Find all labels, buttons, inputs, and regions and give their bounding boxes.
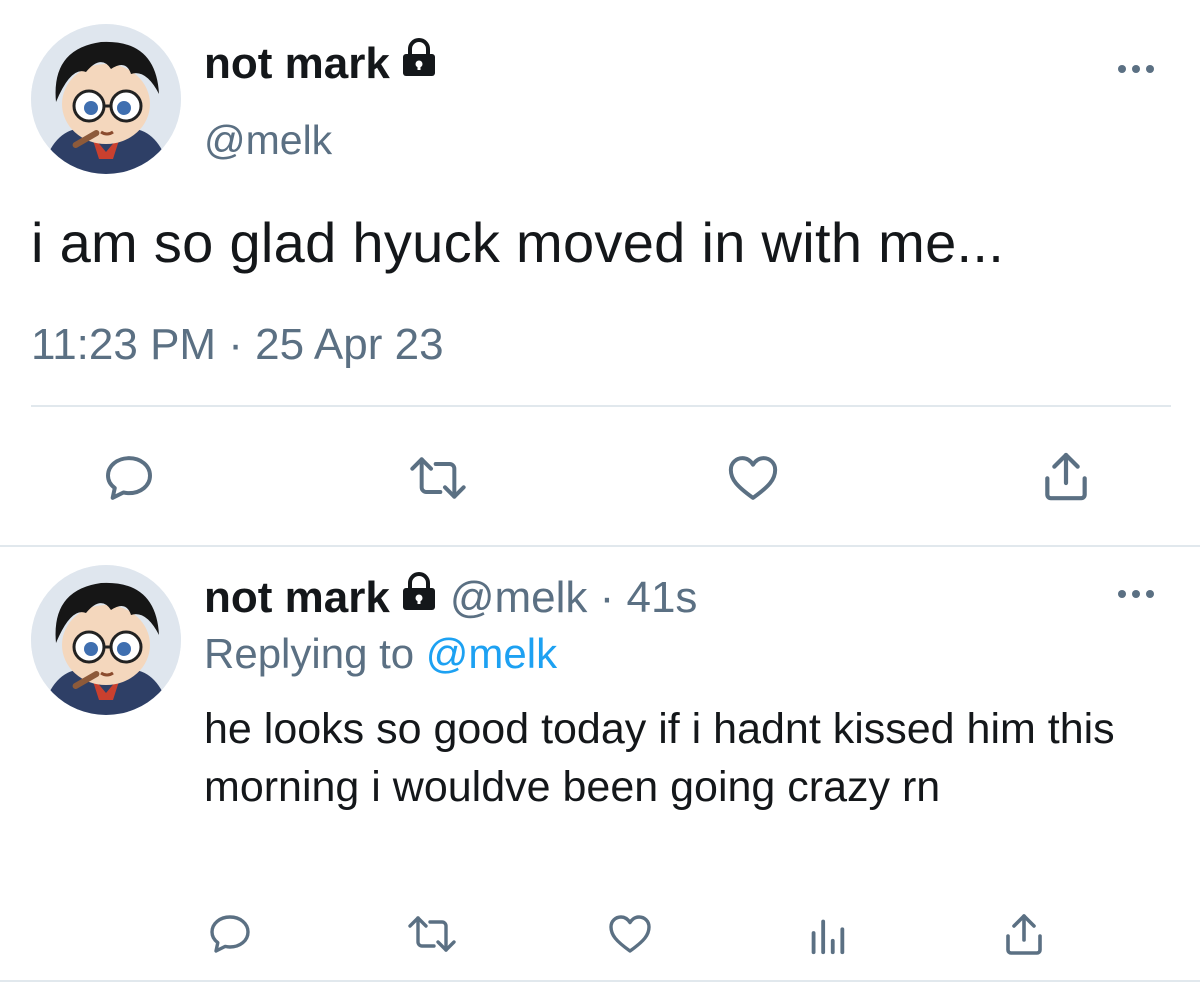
avatar[interactable] xyxy=(31,24,181,174)
tweet-text: he looks so good today if i hadnt kissed… xyxy=(204,705,1115,811)
handle-and-time[interactable]: @melk · 41s xyxy=(450,573,698,623)
timestamp[interactable]: 11:23 PM · 25 Apr 23 xyxy=(31,320,444,370)
reply-header: not mark @melk · 41s xyxy=(204,572,697,623)
reply-icon[interactable] xyxy=(206,910,254,958)
reply-icon[interactable] xyxy=(101,450,157,506)
section-divider xyxy=(0,545,1200,547)
anime-avatar-icon xyxy=(31,24,181,174)
analytics-icon[interactable] xyxy=(805,912,849,958)
replying-to: Replying to @melk xyxy=(204,630,557,678)
more-options-icon[interactable] xyxy=(1116,587,1156,605)
share-icon[interactable] xyxy=(1002,910,1046,958)
anime-avatar-icon xyxy=(31,565,181,715)
lock-icon xyxy=(400,572,438,623)
bottom-divider xyxy=(0,980,1200,982)
replying-prefix: Replying to xyxy=(204,630,415,677)
like-icon[interactable] xyxy=(724,450,782,506)
tweet-thread: not mark @melk i am so glad hyuck moved … xyxy=(0,0,1200,983)
avatar[interactable] xyxy=(31,565,181,715)
display-name[interactable]: not mark xyxy=(204,573,390,623)
share-icon[interactable] xyxy=(1040,448,1092,504)
display-name[interactable]: not mark xyxy=(204,38,438,89)
replying-handle-link[interactable]: @melk xyxy=(426,630,557,677)
like-icon[interactable] xyxy=(605,910,655,958)
retweet-icon[interactable] xyxy=(405,450,471,506)
lock-icon xyxy=(400,38,438,89)
divider xyxy=(31,405,1171,407)
tweet-text: i am so glad hyuck moved in with me... xyxy=(31,211,1005,274)
display-name-text: not mark xyxy=(204,38,390,88)
retweet-icon[interactable] xyxy=(404,910,460,958)
handle[interactable]: @melk xyxy=(204,117,332,164)
more-options-icon[interactable] xyxy=(1116,62,1156,80)
